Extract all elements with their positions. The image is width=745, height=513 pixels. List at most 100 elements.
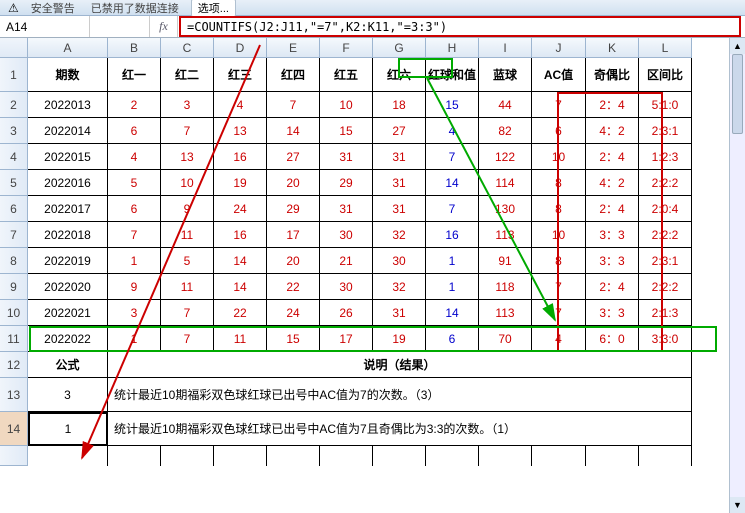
data-cell[interactable]: 3：3 [586, 248, 639, 274]
data-cell[interactable]: 30 [320, 222, 373, 248]
row-header-9[interactable]: 9 [0, 274, 28, 300]
col-header-H[interactable]: H [426, 38, 479, 58]
empty-cell[interactable] [214, 446, 267, 466]
row-header-2[interactable]: 2 [0, 92, 28, 118]
data-cell[interactable]: 10 [320, 92, 373, 118]
data-cell[interactable]: 15 [426, 92, 479, 118]
data-cell[interactable]: 2:2:2 [639, 170, 692, 196]
data-cell[interactable]: 4 [426, 118, 479, 144]
data-cell[interactable]: 2:3:1 [639, 118, 692, 144]
col-header-B[interactable]: B [108, 38, 161, 58]
row-header-7[interactable]: 7 [0, 222, 28, 248]
data-cell[interactable]: 14 [214, 274, 267, 300]
row-header-11[interactable]: 11 [0, 326, 28, 352]
header-cell[interactable]: 奇偶比 [586, 58, 639, 92]
col-header-G[interactable]: G [373, 38, 426, 58]
spreadsheet-grid[interactable]: ABCDEFGHIJKL1期数红一红二红三红四红五红六红球和值蓝球AC值奇偶比区… [0, 38, 745, 466]
data-cell[interactable]: 91 [479, 248, 532, 274]
data-cell[interactable]: 22 [214, 300, 267, 326]
data-cell[interactable]: 6 [108, 196, 161, 222]
data-cell[interactable]: 2 [108, 92, 161, 118]
data-cell[interactable]: 9 [108, 274, 161, 300]
scroll-up-button[interactable]: ▲ [730, 38, 745, 54]
row-header-1[interactable]: 1 [0, 58, 28, 92]
row-header-15[interactable] [0, 446, 28, 466]
scroll-down-button[interactable]: ▼ [730, 497, 745, 513]
col-header-L[interactable]: L [639, 38, 692, 58]
data-cell[interactable]: 82 [479, 118, 532, 144]
data-cell[interactable]: 31 [320, 196, 373, 222]
data-cell[interactable]: 7 [532, 300, 586, 326]
data-cell[interactable]: 7 [161, 300, 214, 326]
empty-cell[interactable] [161, 446, 214, 466]
data-cell[interactable]: 8 [532, 196, 586, 222]
data-cell[interactable]: 7 [532, 274, 586, 300]
data-cell[interactable]: 2：4 [586, 274, 639, 300]
data-cell[interactable]: 3:3:0 [639, 326, 692, 352]
data-cell[interactable]: 14 [267, 118, 320, 144]
data-cell[interactable]: 10 [532, 222, 586, 248]
empty-cell[interactable] [586, 446, 639, 466]
data-cell[interactable]: 130 [479, 196, 532, 222]
data-cell[interactable]: 14 [426, 170, 479, 196]
header-cell[interactable]: 红二 [161, 58, 214, 92]
data-cell[interactable]: 2022016 [28, 170, 108, 196]
data-cell[interactable]: 2022022 [28, 326, 108, 352]
data-cell[interactable]: 19 [373, 326, 426, 352]
data-cell[interactable]: 2022021 [28, 300, 108, 326]
data-cell[interactable]: 3：3 [586, 222, 639, 248]
header-cell[interactable]: 红球和值 [426, 58, 479, 92]
data-cell[interactable]: 31 [373, 196, 426, 222]
data-cell[interactable]: 20 [267, 170, 320, 196]
data-cell[interactable]: 113 [479, 300, 532, 326]
header-cell[interactable]: AC值 [532, 58, 586, 92]
row-header-6[interactable]: 6 [0, 196, 28, 222]
data-cell[interactable]: 30 [320, 274, 373, 300]
data-cell[interactable]: 24 [267, 300, 320, 326]
data-cell[interactable]: 2：4 [586, 92, 639, 118]
data-cell[interactable]: 9 [161, 196, 214, 222]
options-button[interactable]: 选项... [191, 0, 236, 17]
data-cell[interactable]: 11 [161, 222, 214, 248]
col-header-C[interactable]: C [161, 38, 214, 58]
data-cell[interactable]: 2:2:2 [639, 222, 692, 248]
data-cell[interactable]: 16 [426, 222, 479, 248]
data-cell[interactable]: 31 [373, 170, 426, 196]
data-cell[interactable]: 7 [426, 144, 479, 170]
data-cell[interactable]: 1:2:3 [639, 144, 692, 170]
data-cell[interactable]: 2022019 [28, 248, 108, 274]
data-cell[interactable]: 11 [161, 274, 214, 300]
col-header-E[interactable]: E [267, 38, 320, 58]
formula-label-cell[interactable]: 公式 [28, 352, 108, 378]
data-cell[interactable]: 2:1:3 [639, 300, 692, 326]
data-cell[interactable]: 15 [267, 326, 320, 352]
header-cell[interactable]: 红五 [320, 58, 373, 92]
data-cell[interactable]: 4 [532, 326, 586, 352]
data-cell[interactable]: 8 [532, 248, 586, 274]
data-cell[interactable]: 7 [532, 92, 586, 118]
empty-cell[interactable] [532, 446, 586, 466]
data-cell[interactable]: 1 [108, 326, 161, 352]
data-cell[interactable]: 5 [161, 248, 214, 274]
data-cell[interactable]: 6 [532, 118, 586, 144]
header-cell[interactable]: 蓝球 [479, 58, 532, 92]
row-header-5[interactable]: 5 [0, 170, 28, 196]
data-cell[interactable]: 30 [373, 248, 426, 274]
data-cell[interactable]: 20 [267, 248, 320, 274]
data-cell[interactable]: 44 [479, 92, 532, 118]
header-cell[interactable]: 红一 [108, 58, 161, 92]
row-header-3[interactable]: 3 [0, 118, 28, 144]
col-header-K[interactable]: K [586, 38, 639, 58]
col-header-D[interactable]: D [214, 38, 267, 58]
r13-text[interactable]: 统计最近10期福彩双色球红球已出号中AC值为7的次数。（3） [108, 378, 692, 412]
data-cell[interactable]: 1 [426, 248, 479, 274]
data-cell[interactable]: 16 [214, 222, 267, 248]
data-cell[interactable]: 13 [214, 118, 267, 144]
data-cell[interactable]: 15 [320, 118, 373, 144]
data-cell[interactable]: 31 [373, 300, 426, 326]
col-header-I[interactable]: I [479, 38, 532, 58]
empty-cell[interactable] [28, 446, 108, 466]
empty-cell[interactable] [108, 446, 161, 466]
data-cell[interactable]: 13 [161, 144, 214, 170]
data-cell[interactable]: 32 [373, 222, 426, 248]
